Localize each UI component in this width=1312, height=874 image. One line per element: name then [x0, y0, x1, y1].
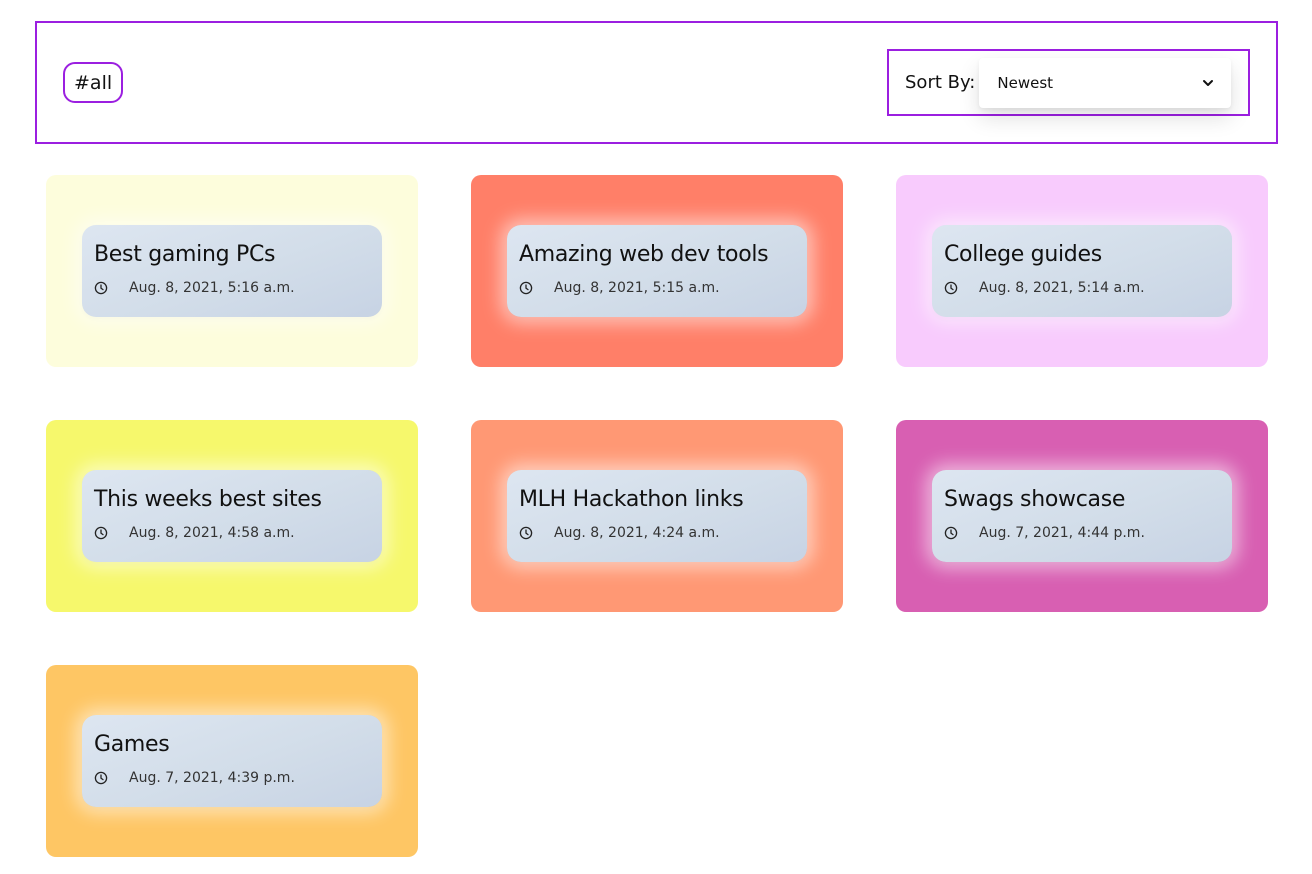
- card-title: Games: [94, 732, 170, 757]
- collection-card[interactable]: Games Aug. 7, 2021, 4:39 p.m.: [46, 665, 418, 857]
- card-title: This weeks best sites: [94, 487, 322, 512]
- card-meta: Aug. 8, 2021, 5:14 a.m.: [944, 280, 1220, 296]
- card-date: Aug. 8, 2021, 4:58 a.m.: [129, 525, 295, 541]
- clock-icon: [944, 526, 958, 540]
- card-title: Amazing web dev tools: [519, 242, 769, 267]
- clock-icon: [94, 281, 108, 295]
- filter-toolbar: #all Sort By: Newest: [35, 21, 1278, 144]
- collection-card[interactable]: This weeks best sites Aug. 8, 2021, 4:58…: [46, 420, 418, 612]
- chevron-down-icon: [1203, 79, 1214, 86]
- card-info: Swags showcase Aug. 7, 2021, 4:44 p.m.: [932, 470, 1232, 562]
- card-meta: Aug. 8, 2021, 5:16 a.m.: [94, 280, 370, 296]
- card-date: Aug. 7, 2021, 4:39 p.m.: [129, 770, 295, 786]
- collection-card[interactable]: Best gaming PCs Aug. 8, 2021, 5:16 a.m.: [46, 175, 418, 367]
- card-date: Aug. 8, 2021, 5:14 a.m.: [979, 280, 1145, 296]
- card-title: MLH Hackathon links: [519, 487, 744, 512]
- card-date: Aug. 7, 2021, 4:44 p.m.: [979, 525, 1145, 541]
- clock-icon: [94, 526, 108, 540]
- clock-icon: [94, 771, 108, 785]
- card-meta: Aug. 8, 2021, 4:58 a.m.: [94, 525, 370, 541]
- card-title: Swags showcase: [944, 487, 1126, 512]
- card-info: Best gaming PCs Aug. 8, 2021, 5:16 a.m.: [82, 225, 382, 317]
- card-meta: Aug. 7, 2021, 4:39 p.m.: [94, 770, 370, 786]
- clock-icon: [519, 526, 533, 540]
- card-meta: Aug. 8, 2021, 4:24 a.m.: [519, 525, 795, 541]
- sort-selected-value: Newest: [997, 73, 1054, 92]
- card-meta: Aug. 8, 2021, 5:15 a.m.: [519, 280, 795, 296]
- collection-card[interactable]: College guides Aug. 8, 2021, 5:14 a.m.: [896, 175, 1268, 367]
- card-info: Games Aug. 7, 2021, 4:39 p.m.: [82, 715, 382, 807]
- sort-label: Sort By:: [905, 72, 976, 93]
- sort-control: Sort By: Newest: [887, 49, 1250, 116]
- card-title: College guides: [944, 242, 1102, 267]
- collection-card[interactable]: Amazing web dev tools Aug. 8, 2021, 5:15…: [471, 175, 843, 367]
- card-info: Amazing web dev tools Aug. 8, 2021, 5:15…: [507, 225, 807, 317]
- collection-card[interactable]: Swags showcase Aug. 7, 2021, 4:44 p.m.: [896, 420, 1268, 612]
- card-date: Aug. 8, 2021, 5:15 a.m.: [554, 280, 720, 296]
- card-info: This weeks best sites Aug. 8, 2021, 4:58…: [82, 470, 382, 562]
- tag-filter-chip[interactable]: #all: [63, 62, 124, 103]
- collection-card[interactable]: MLH Hackathon links Aug. 8, 2021, 4:24 a…: [471, 420, 843, 612]
- clock-icon: [944, 281, 958, 295]
- card-date: Aug. 8, 2021, 4:24 a.m.: [554, 525, 720, 541]
- card-title: Best gaming PCs: [94, 242, 276, 267]
- collection-grid: Best gaming PCs Aug. 8, 2021, 5:16 a.m. …: [46, 175, 1268, 857]
- card-info: MLH Hackathon links Aug. 8, 2021, 4:24 a…: [507, 470, 807, 562]
- sort-select[interactable]: Newest: [979, 57, 1232, 108]
- card-info: College guides Aug. 8, 2021, 5:14 a.m.: [932, 225, 1232, 317]
- card-date: Aug. 8, 2021, 5:16 a.m.: [129, 280, 295, 296]
- clock-icon: [519, 281, 533, 295]
- card-meta: Aug. 7, 2021, 4:44 p.m.: [944, 525, 1220, 541]
